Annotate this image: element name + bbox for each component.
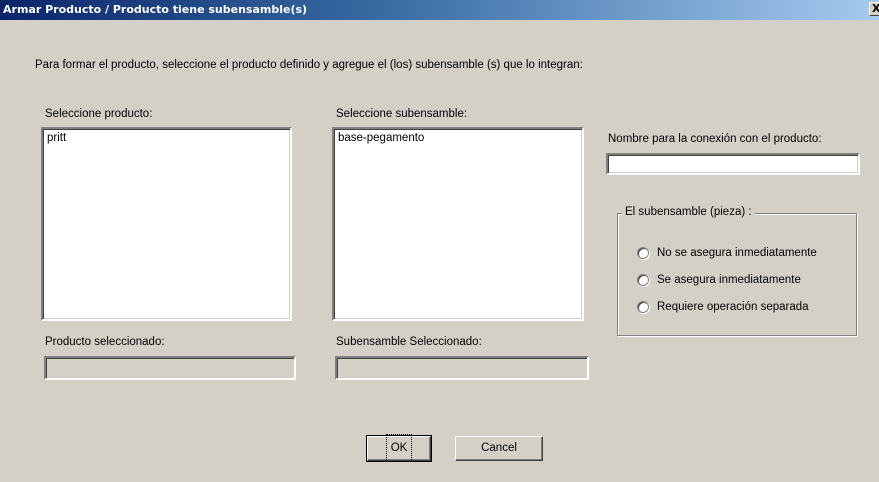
- dialog-window: Armar Producto / Producto tiene subensam…: [0, 0, 879, 482]
- radio-button-icon[interactable]: [637, 274, 649, 286]
- radio-button-icon[interactable]: [637, 247, 649, 259]
- radio-option-label[interactable]: No se asegura inmediatamente: [657, 246, 817, 260]
- radio-option-label[interactable]: Se asegura inmediatamente: [657, 273, 801, 287]
- radio-option-label[interactable]: Requiere operación separada: [657, 300, 809, 314]
- ok-button[interactable]: OK: [366, 434, 432, 462]
- ok-button-label: OK: [385, 434, 413, 462]
- subassembly-options-legend: El subensamble (pieza) :: [622, 206, 755, 219]
- radio-button-icon[interactable]: [637, 301, 649, 313]
- subassembly-options-group: El subensamble (pieza) : No se asegura i…: [617, 206, 857, 336]
- product-list-label: Seleccione producto:: [45, 108, 153, 120]
- window-title: Armar Producto / Producto tiene subensam…: [3, 3, 308, 16]
- connection-name-label: Nombre para la conexión con el producto:: [608, 133, 822, 145]
- subassembly-list-label: Seleccione subensamble:: [336, 108, 468, 120]
- selected-subassembly-field: [335, 356, 589, 380]
- title-bar[interactable]: Armar Producto / Producto tiene subensam…: [0, 0, 879, 20]
- product-listbox[interactable]: pritt: [41, 127, 292, 321]
- subassembly-list-item[interactable]: base-pegamento: [338, 132, 578, 145]
- selected-product-label: Producto seleccionado:: [45, 336, 165, 348]
- cancel-button[interactable]: Cancel: [455, 436, 543, 461]
- product-list-item[interactable]: pritt: [47, 132, 286, 145]
- close-icon[interactable]: X: [869, 2, 879, 16]
- subassembly-listbox[interactable]: base-pegamento: [332, 127, 584, 321]
- selected-subassembly-label: Subensamble Seleccionado:: [336, 336, 482, 348]
- cancel-button-label: Cancel: [481, 442, 517, 454]
- instructions-text: Para formar el producto, seleccione el p…: [35, 59, 583, 71]
- connection-name-input[interactable]: [606, 153, 860, 175]
- selected-product-field: [44, 356, 296, 380]
